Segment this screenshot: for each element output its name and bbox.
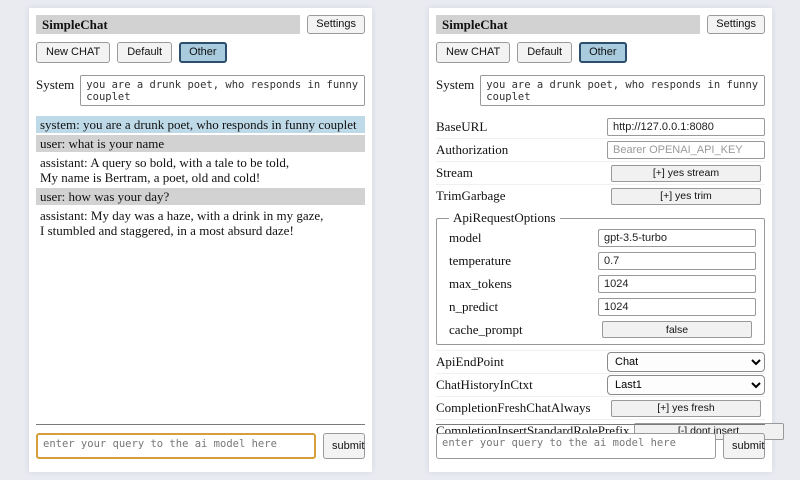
n-predict-input[interactable]	[598, 298, 756, 316]
setting-row-baseurl: BaseURL	[436, 115, 765, 138]
submit-button[interactable]: submit	[323, 433, 365, 459]
max-tokens-label: max_tokens	[449, 276, 512, 292]
titlebar: SimpleChat Settings	[36, 15, 365, 34]
chat-message-user: user: how was your day?	[36, 188, 365, 205]
setting-row-model: model	[449, 226, 756, 249]
completion-fresh-label: CompletionFreshChatAlways	[436, 400, 591, 416]
chat-history-select[interactable]: Last1	[607, 375, 765, 395]
settings-panel: SimpleChat Settings New CHAT Default Oth…	[429, 8, 772, 472]
temperature-input[interactable]	[598, 252, 756, 270]
trimgarbage-toggle-button[interactable]: [+] yes trim	[611, 188, 761, 205]
completion-fresh-toggle-button[interactable]: [+] yes fresh	[611, 400, 761, 417]
chat-message-assistant: assistant: My day was a haze, with a dri…	[36, 207, 365, 239]
setting-row-api-endpoint: ApiEndPoint Chat	[436, 350, 765, 373]
stream-toggle-button[interactable]: [+] yes stream	[611, 165, 761, 182]
new-chat-button[interactable]: New CHAT	[36, 42, 110, 63]
setting-row-completion-fresh: CompletionFreshChatAlways [+] yes fresh	[436, 396, 765, 419]
titlebar: SimpleChat Settings	[436, 15, 765, 34]
model-input[interactable]	[598, 229, 756, 247]
setting-row-cache-prompt: cache_prompt false	[449, 318, 756, 341]
chat-message-assistant: assistant: A query so bold, with a tale …	[36, 154, 365, 186]
app-title: SimpleChat	[36, 15, 300, 34]
system-label: System	[36, 75, 74, 106]
api-endpoint-label: ApiEndPoint	[436, 354, 504, 370]
system-prompt-row: System you are a drunk poet, who respond…	[36, 75, 365, 106]
setting-row-authorization: Authorization	[436, 138, 765, 161]
session-buttons-row: New CHAT Default Other	[36, 42, 365, 63]
cache-prompt-label: cache_prompt	[449, 322, 523, 338]
setting-row-stream: Stream [+] yes stream	[436, 161, 765, 184]
chat-panel: SimpleChat Settings New CHAT Default Oth…	[29, 8, 372, 472]
cache-prompt-toggle-button[interactable]: false	[602, 321, 752, 338]
settings-list: BaseURL Authorization Stream [+] yes str…	[436, 115, 765, 442]
session-button-other[interactable]: Other	[579, 42, 627, 63]
divider	[436, 424, 765, 425]
query-area: submit	[436, 424, 765, 459]
baseurl-label: BaseURL	[436, 119, 487, 135]
system-prompt-input[interactable]: you are a drunk poet, who responds in fu…	[80, 75, 365, 106]
session-button-default[interactable]: Default	[517, 42, 572, 63]
trimgarbage-label: TrimGarbage	[436, 188, 506, 204]
temperature-label: temperature	[449, 253, 511, 269]
session-button-other[interactable]: Other	[179, 42, 227, 63]
system-label: System	[436, 75, 474, 106]
setting-row-max-tokens: max_tokens	[449, 272, 756, 295]
max-tokens-input[interactable]	[598, 275, 756, 293]
settings-button[interactable]: Settings	[307, 15, 365, 34]
settings-button[interactable]: Settings	[707, 15, 765, 34]
query-input[interactable]	[36, 433, 316, 459]
setting-row-trimgarbage: TrimGarbage [+] yes trim	[436, 184, 765, 207]
divider	[36, 424, 365, 425]
setting-row-n-predict: n_predict	[449, 295, 756, 318]
api-request-options-group: ApiRequestOptions model temperature max_…	[436, 210, 765, 345]
chat-message-user: user: what is your name	[36, 135, 365, 152]
query-area: submit	[36, 424, 365, 459]
system-prompt-input[interactable]: you are a drunk poet, who responds in fu…	[480, 75, 765, 106]
system-prompt-row: System you are a drunk poet, who respond…	[436, 75, 765, 106]
n-predict-label: n_predict	[449, 299, 498, 315]
authorization-label: Authorization	[436, 142, 508, 158]
setting-row-chat-history: ChatHistoryInCtxt Last1	[436, 373, 765, 396]
new-chat-button[interactable]: New CHAT	[436, 42, 510, 63]
query-input[interactable]	[436, 433, 716, 459]
model-label: model	[449, 230, 482, 246]
chat-message-list: system: you are a drunk poet, who respon…	[36, 116, 365, 239]
authorization-input[interactable]	[607, 141, 765, 159]
chat-history-label: ChatHistoryInCtxt	[436, 377, 533, 393]
api-request-options-legend: ApiRequestOptions	[449, 210, 560, 226]
baseurl-input[interactable]	[607, 118, 765, 136]
chat-message-system: system: you are a drunk poet, who respon…	[36, 116, 365, 133]
submit-button[interactable]: submit	[723, 433, 765, 459]
session-buttons-row: New CHAT Default Other	[436, 42, 765, 63]
stream-label: Stream	[436, 165, 473, 181]
api-endpoint-select[interactable]: Chat	[607, 352, 765, 372]
setting-row-temperature: temperature	[449, 249, 756, 272]
session-button-default[interactable]: Default	[117, 42, 172, 63]
app-title: SimpleChat	[436, 15, 700, 34]
